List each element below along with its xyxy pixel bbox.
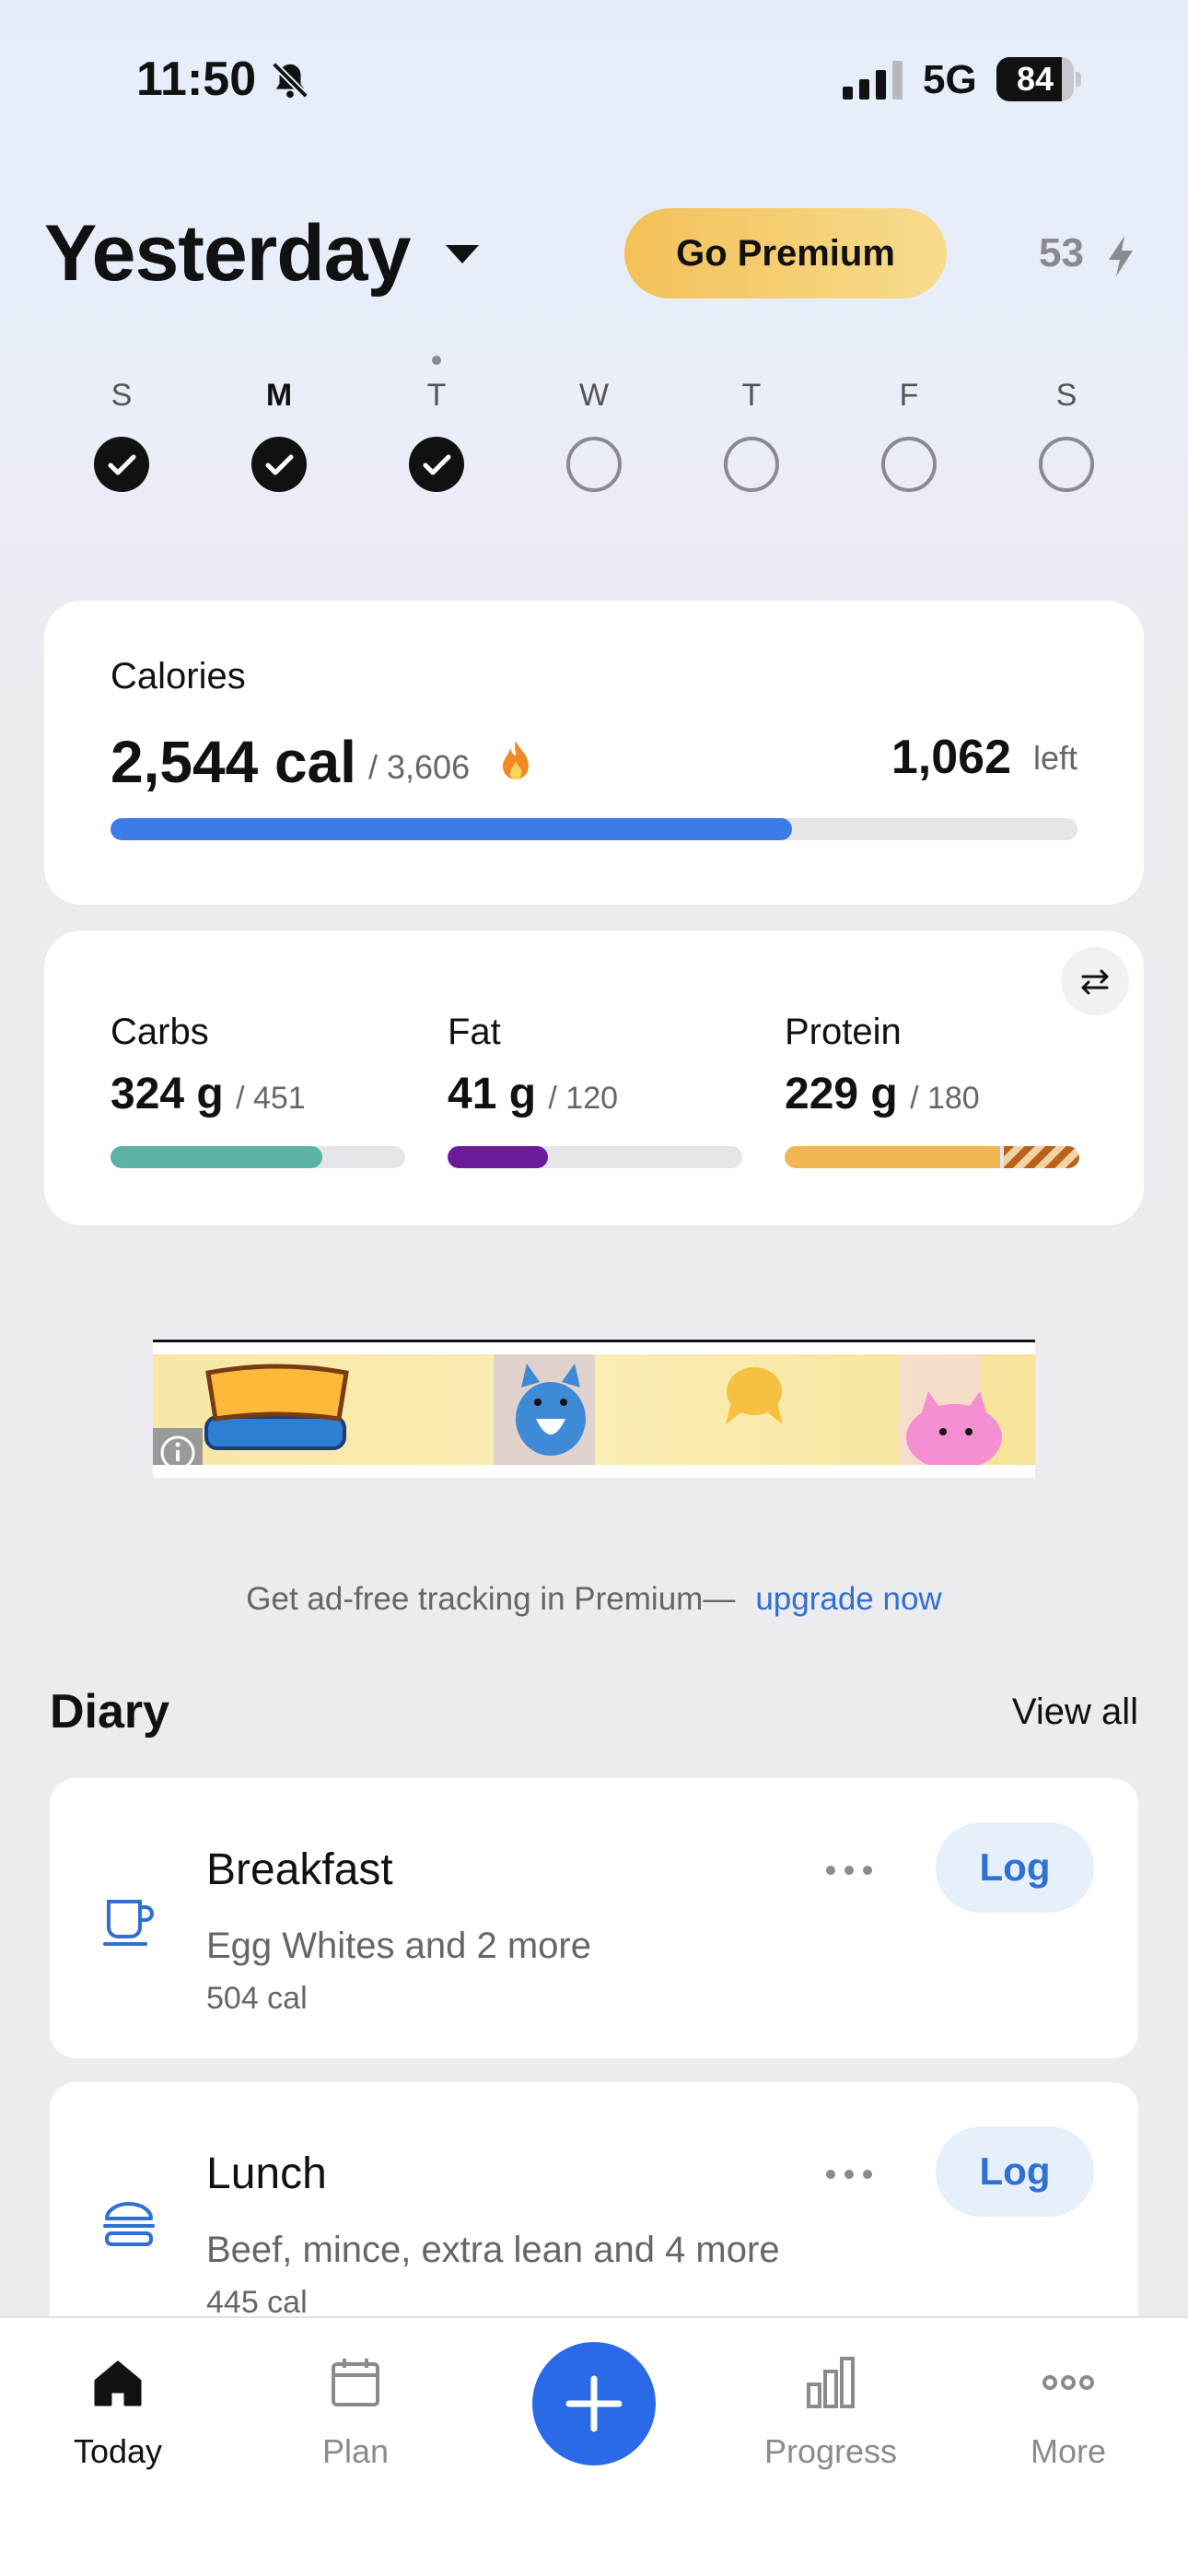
macro-name: Fat <box>448 1012 501 1052</box>
upsell-text: Get ad-free tracking in Premium— <box>246 1581 736 1617</box>
caret-down-icon[interactable] <box>442 241 483 267</box>
tab-label: More <box>1030 2432 1107 2470</box>
calendar-icon <box>332 2359 379 2406</box>
silent-bell-icon <box>272 62 309 99</box>
week-day-label: F <box>899 378 919 413</box>
view-all-link[interactable]: View all <box>1012 1692 1138 1733</box>
flame-icon <box>503 741 529 779</box>
week-day-label: T <box>426 378 447 413</box>
more-options-icon[interactable] <box>821 2165 877 2184</box>
calories-left-value: 1,062 <box>891 731 1011 784</box>
macro-progress-bar <box>448 1146 742 1168</box>
meal-items: Egg Whites and 2 more <box>206 1926 591 1966</box>
macro-amount: 229 g <box>785 1070 898 1118</box>
ad-image[interactable] <box>153 1354 1035 1465</box>
streak-count[interactable]: 53 <box>1039 230 1084 276</box>
macros-card[interactable]: Carbs 324 g / 451 Fat 41 g / 120 Protein 229 … <box>44 931 1144 1225</box>
bar-chart-icon <box>807 2357 855 2408</box>
completed-check-icon <box>94 437 149 492</box>
log-breakfast-button[interactable]: Log <box>936 1822 1094 1913</box>
tab-bar: Today Plan Progress More <box>0 2316 1188 2576</box>
home-icon <box>94 2360 142 2406</box>
week-strip: SMTWTFS <box>0 350 1188 498</box>
empty-day-circle <box>1039 437 1094 492</box>
empty-day-circle <box>724 437 779 492</box>
tab-label: Progress <box>763 2432 898 2470</box>
more-icon <box>1042 2375 1094 2390</box>
macro-goal: / 120 <box>548 1081 619 1116</box>
meal-items: Beef, mince, extra lean and 4 more <box>206 2230 780 2270</box>
empty-day-circle <box>881 437 937 492</box>
ad-divider <box>153 1340 1035 1342</box>
meal-card-breakfast[interactable]: Breakfast Egg Whites and 2 more 504 cal … <box>50 1778 1138 2058</box>
ad-free-upsell: Get ad-free tracking in Premium— upgrade … <box>0 1581 1188 1618</box>
macro-amount: 41 g <box>448 1070 537 1118</box>
macro-goal: / 180 <box>910 1081 980 1116</box>
meal-calories: 504 cal <box>206 1981 308 2016</box>
completed-check-icon <box>409 437 464 492</box>
clock: 11:50 <box>136 53 257 106</box>
tab-label: Today <box>73 2432 163 2470</box>
macro-goal: / 451 <box>236 1081 306 1116</box>
cat-character-yellow <box>726 1367 783 1424</box>
info-icon <box>160 1435 195 1465</box>
cat-character-blue <box>494 1354 595 1465</box>
upgrade-now-link[interactable]: upgrade now <box>755 1581 941 1617</box>
swap-arrows-icon <box>1081 969 1109 995</box>
week-day-label: W <box>578 378 610 413</box>
calories-left-label: left <box>1032 739 1077 777</box>
empty-day-circle <box>566 437 622 492</box>
completed-check-icon <box>251 437 307 492</box>
calories-progress-bar <box>111 818 1077 840</box>
macro-value: 41 g / 120 <box>448 1069 618 1119</box>
bolt-icon <box>1109 236 1133 276</box>
ad-info-button[interactable] <box>153 1428 203 1465</box>
burger-icon <box>103 2202 155 2246</box>
swap-view-button[interactable] <box>1061 947 1129 1015</box>
calories-consumed: 2,544 cal <box>111 729 356 795</box>
calories-progress-fill <box>111 818 792 840</box>
status-bar: 11:50 5G 84 <box>0 0 1188 157</box>
go-premium-button[interactable]: Go Premium <box>624 208 947 299</box>
signal-icon <box>843 61 903 100</box>
cup-icon <box>103 1900 154 1946</box>
battery-percent: 84 <box>1016 60 1054 98</box>
meal-name: Breakfast <box>206 1845 393 1894</box>
network-type: 5G <box>923 57 977 102</box>
macro-progress-bar <box>111 1146 405 1168</box>
date-selector-title[interactable]: Yesterday <box>44 208 411 299</box>
macro-progress-bar <box>785 1146 1079 1168</box>
calories-label: Calories <box>111 656 246 697</box>
calories-card[interactable]: Calories 2,544 cal / 3,606 1,062 left <box>44 601 1144 905</box>
plus-icon <box>565 2375 623 2432</box>
macro-value: 229 g / 180 <box>785 1069 980 1119</box>
game-logo <box>204 1364 349 1450</box>
macro-value: 324 g / 451 <box>111 1069 306 1119</box>
macro-overage-fill <box>1004 1146 1079 1168</box>
week-day-label: S <box>1055 378 1077 413</box>
week-day-label: S <box>111 378 133 413</box>
today-indicator <box>432 356 441 365</box>
more-options-icon[interactable] <box>821 1861 877 1879</box>
macro-name: Carbs <box>111 1012 209 1052</box>
calories-goal: / 3,606 <box>368 748 471 786</box>
macro-progress-fill <box>448 1146 548 1168</box>
cat-character-pink <box>899 1354 1002 1465</box>
macro-progress-fill <box>111 1146 322 1168</box>
week-day-label: T <box>741 378 762 413</box>
meal-name: Lunch <box>206 2149 327 2198</box>
log-lunch-button[interactable]: Log <box>936 2126 1094 2217</box>
week-day-label: M <box>265 378 293 413</box>
macro-name: Protein <box>785 1012 902 1052</box>
battery-icon: 84 <box>996 57 1081 101</box>
diary-title: Diary <box>50 1685 170 1739</box>
tab-label: Plan <box>321 2432 390 2470</box>
add-button[interactable] <box>532 2342 656 2465</box>
ad-banner[interactable] <box>153 1340 1035 1478</box>
macro-amount: 324 g <box>111 1070 224 1118</box>
macro-progress-fill <box>785 1146 1000 1168</box>
